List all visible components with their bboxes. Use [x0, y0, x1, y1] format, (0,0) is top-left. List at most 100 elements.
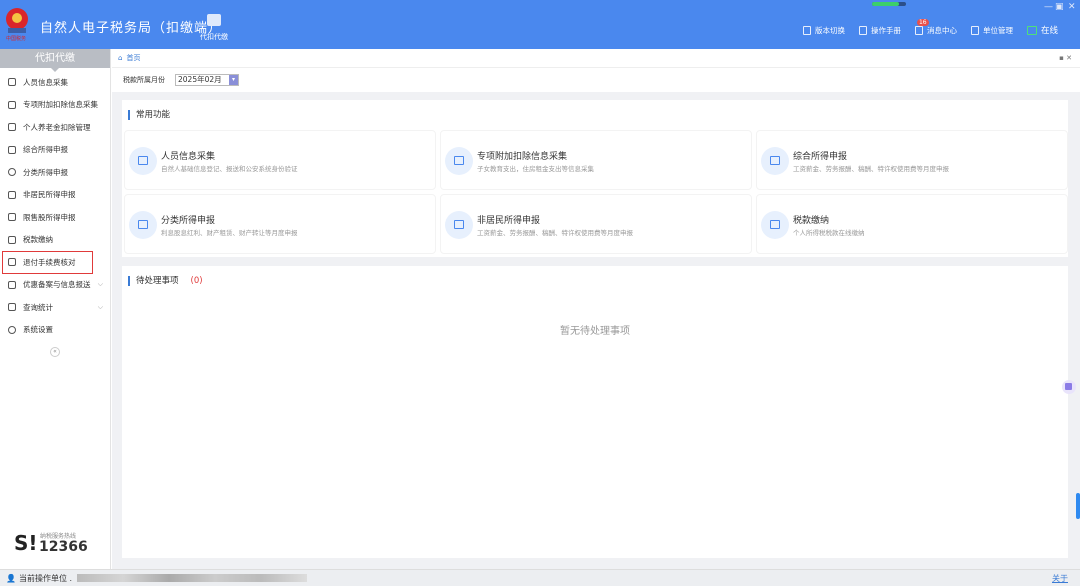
sidebar-item-restricted-stock[interactable]: 限售股所得申报	[0, 206, 110, 229]
sidebar-item-label: 查询统计	[23, 302, 53, 312]
function-card[interactable]: 专项附加扣除信息采集子女教育支出，住房租金支出等信息采集	[440, 130, 752, 190]
bar-chart-icon	[8, 213, 16, 222]
wallet-icon	[207, 14, 221, 26]
sidebar-title: 代扣代缴	[0, 49, 110, 72]
layers-icon	[8, 145, 16, 154]
hotline-number: 12366	[39, 539, 88, 555]
sidebar-item-pension[interactable]: 个人养老金扣除管理	[0, 116, 110, 139]
sidebar-item-label: 综合所得申报	[23, 145, 68, 155]
tool-unit-management[interactable]: 单位管理	[970, 25, 1013, 36]
sidebar-item-classified[interactable]: 分类所得申报	[0, 161, 110, 184]
svg-text:中国税务: 中国税务	[6, 35, 26, 42]
sidebar-item-label: 非居民所得申报	[23, 190, 76, 200]
tool-manual[interactable]: 操作手册	[858, 25, 901, 36]
tab-home[interactable]: 首页	[126, 53, 140, 63]
sidebar-item-label: 限售股所得申报	[23, 212, 76, 222]
month-picker[interactable]: 2025年02月 ▾	[175, 74, 239, 86]
sidebar-item-query[interactable]: 查询统计 ⌵	[0, 296, 110, 319]
sidebar-item-settings[interactable]: 系统设置	[0, 319, 110, 342]
side-handle[interactable]	[1076, 493, 1080, 519]
user-icon: 👤	[6, 573, 16, 583]
sidebar-item-refund-fee-check[interactable]: 退付手续费核对	[2, 251, 93, 274]
function-desc: 利息股息红利、财产租赁、财产转让等月度申报	[161, 229, 298, 237]
function-card[interactable]: 综合所得申报工资薪金、劳务报酬、稿酬、特许权使用费等月度申报	[756, 130, 1068, 190]
online-label: 在线	[1040, 26, 1058, 36]
tool-version-switch[interactable]: 版本切换	[802, 25, 845, 36]
chevron-down-icon: ⌵	[97, 280, 103, 289]
tab-controls[interactable]: ▪ ✕	[1059, 54, 1072, 62]
sidebar-item-preferential[interactable]: 优惠备案与信息报送 ⌵	[0, 274, 110, 297]
pending-count: (0)	[190, 276, 203, 286]
sidebar-item-tax-payment[interactable]: 税款缴纳	[0, 229, 110, 252]
folder-icon	[8, 235, 16, 244]
sidebar-item-comprehensive[interactable]: 综合所得申报	[0, 139, 110, 162]
sidebar: 代扣代缴 人员信息采集 专项附加扣除信息采集 个人养老金扣除管理 综合所得申报 …	[0, 49, 111, 569]
function-desc: 工资薪金、劳务报酬、稿酬、特许权使用费等月度申报	[793, 165, 949, 173]
sync-progress	[872, 2, 906, 6]
sidebar-item-label: 个人养老金扣除管理	[23, 122, 91, 132]
search-list-icon	[8, 303, 16, 312]
function-card[interactable]: 税款缴纳个人所得税税款在线缴纳	[756, 194, 1068, 254]
monitor-icon	[1026, 25, 1037, 35]
main-content: ⌂ 首页 ▪ ✕ 税款所属月份 2025年02月 ▾ 常用功能 人员信息采集 自然人基…	[112, 49, 1080, 569]
function-desc: 工资薪金、劳务报酬、稿酬、特许权使用费等月度申报	[477, 229, 633, 237]
edit-icon	[129, 211, 157, 239]
pending-title: 待处理事项	[136, 276, 179, 286]
nav-withholding[interactable]: 代扣代缴	[196, 12, 232, 42]
section-title: 待处理事项 (0)	[128, 276, 203, 286]
restore-button[interactable]: ▣	[1055, 2, 1064, 12]
report-icon	[761, 147, 789, 175]
collapse-sidebar-button[interactable]: «	[50, 347, 60, 357]
function-title: 综合所得申报	[793, 152, 848, 162]
function-desc: 个人所得税税款在线缴纳	[793, 229, 865, 237]
tool-label: 操作手册	[870, 25, 901, 35]
function-card[interactable]: 人员信息采集 自然人基础信息登记、报送和公安系统身份验证	[124, 130, 436, 190]
minimize-button[interactable]: —	[1044, 2, 1053, 12]
doc-icon	[802, 25, 811, 35]
person-icon	[8, 78, 16, 87]
function-card[interactable]: 分类所得申报利息股息红利、财产租赁、财产转让等月度申报	[124, 194, 436, 254]
online-status[interactable]: 在线	[1026, 24, 1058, 36]
book-icon	[8, 123, 16, 132]
about-link[interactable]: 关于	[1052, 573, 1068, 584]
function-title: 分类所得申报	[161, 216, 216, 226]
function-desc: 子女教育支出，住房租金支出等信息采集	[477, 165, 594, 173]
receipt-icon	[8, 258, 16, 267]
status-bar: 👤 当前操作单位 . 关于	[0, 569, 1080, 586]
emblem-logo: 中国税务	[6, 8, 28, 42]
function-title: 税款缴纳	[793, 216, 830, 226]
doc-icon	[858, 25, 867, 35]
function-desc: 自然人基础信息登记、报送和公安系统身份验证	[161, 165, 298, 173]
message-badge: 16	[916, 18, 929, 26]
sidebar-item-personnel[interactable]: 人员信息采集	[0, 71, 110, 94]
tool-label: 版本切换	[814, 25, 845, 35]
assistant-float-button[interactable]	[1062, 380, 1076, 394]
home-icon: ⌂	[118, 54, 123, 62]
nav-label: 代扣代缴	[200, 33, 228, 41]
current-unit-label: 当前操作单位 .	[18, 573, 73, 583]
sidebar-item-label: 退付手续费核对	[23, 257, 76, 267]
redacted-unit-name	[77, 574, 308, 582]
tool-messages[interactable]: 16 消息中心	[914, 18, 957, 36]
calendar-dropdown-icon[interactable]: ▾	[229, 75, 238, 85]
sidebar-item-label: 系统设置	[23, 325, 53, 335]
sidebar-item-label: 专项附加扣除信息采集	[23, 100, 98, 110]
file-icon	[8, 280, 16, 289]
headset-icon: S!	[14, 531, 38, 555]
function-title: 专项附加扣除信息采集	[477, 152, 568, 162]
common-functions-panel: 常用功能 人员信息采集 自然人基础信息登记、报送和公安系统身份验证 专项附加扣除信…	[122, 100, 1068, 257]
title-bar: 中国税务 自然人电子税务局（扣缴端） 代扣代缴 — ▣ ✕ 版本切换 操作手册 …	[0, 0, 1080, 49]
function-card[interactable]: 非居民所得申报 工资薪金、劳务报酬、稿酬、特许权使用费等月度申报	[440, 194, 752, 254]
close-button[interactable]: ✕	[1068, 2, 1076, 12]
pending-panel: 待处理事项 (0) 暂无待处理事项	[122, 266, 1068, 558]
id-card-icon	[129, 147, 157, 175]
section-title: 常用功能	[128, 110, 170, 120]
gear-icon	[8, 325, 16, 334]
month-value: 2025年02月	[178, 75, 222, 84]
list-icon	[8, 100, 16, 109]
tool-label: 消息中心	[926, 25, 957, 35]
sidebar-item-special-deduction[interactable]: 专项附加扣除信息采集	[0, 94, 110, 117]
breadcrumb: ⌂ 首页	[112, 49, 1080, 68]
tool-label: 单位管理	[982, 25, 1013, 35]
sidebar-item-nonresident[interactable]: 非居民所得申报	[0, 184, 110, 207]
